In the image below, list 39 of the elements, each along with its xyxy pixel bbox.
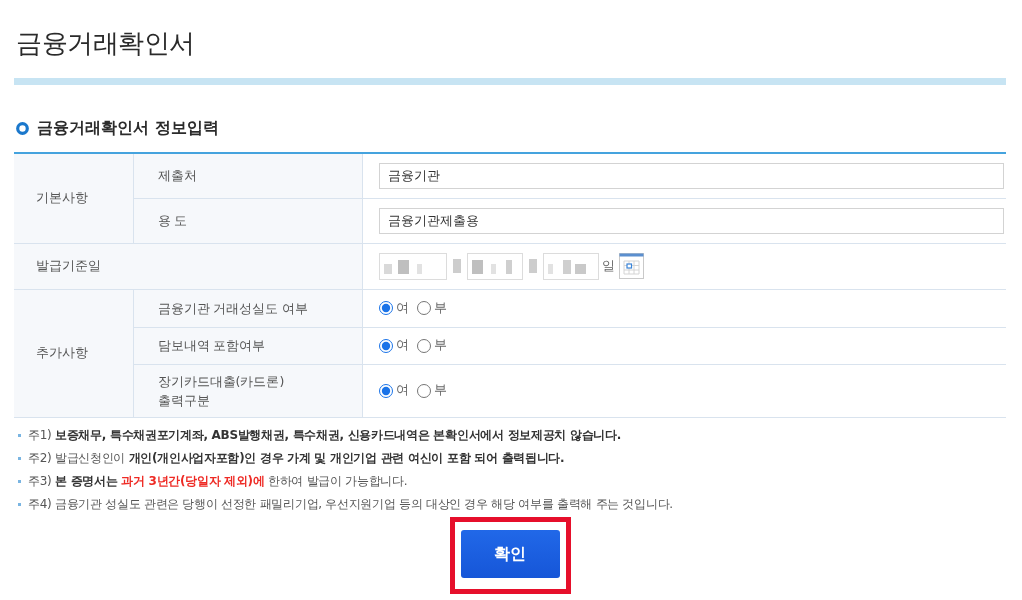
ring-bullet-icon [16,121,29,135]
note-text: 주4) 금융기관 성실도 관련은 당행이 선정한 패밀리기업, 우선지원기업 등의 대상인 경우 해당 여부를 출력해 주는 것입니다. [28,496,673,512]
date-input[interactable] [466,252,523,280]
text-input[interactable]: 금융기관제출용 [378,207,1004,234]
date-unit-label: 일 [601,257,615,276]
bullet-icon [18,502,21,506]
field-label: 장기카드대출(카드론) 출력구분 [133,364,362,417]
date-input[interactable] [378,252,447,280]
radio-button[interactable] [378,338,393,353]
bullet-icon [18,479,21,483]
bullet-icon [18,456,21,460]
radio-button[interactable] [378,301,393,315]
calendar-icon[interactable] [618,253,644,279]
group-label: 추가사항 [14,289,133,417]
radio-button[interactable] [378,383,393,398]
note-text: 주1) 보증채무, 특수채권포기계좌, ABS발행채권, 특수채권, 신용카드내역은 본확인서에서 정보제공치 않습니다. [28,427,621,443]
group-label: 기본사항 [14,153,133,243]
note-text: 주2) 발급신청인이 개인(개인사업자포함)인 경우 가계 및 개인기업 관련 여신이 포함 되어 출력됩니다. [28,450,565,466]
field-label: 제출처 [133,153,362,198]
radio-button[interactable] [416,383,431,398]
radio-button[interactable] [416,338,431,353]
radio-option-label[interactable]: 부 [433,381,447,400]
bullet-icon [18,433,21,437]
confirm-button[interactable]: 확인 [460,529,560,578]
note-text: 주3) 본 증명서는 과거 3년간(당일자 제외)에 한하여 발급이 가능합니다. [28,473,408,489]
field-label: 금융기관 거래성실도 여부 [133,289,362,327]
section-title: 금융거래확인서 정보입력 [37,117,219,139]
radio-option-label[interactable]: 여 [395,381,409,400]
field-label: 발급기준일 [14,243,362,289]
page-title: 금융거래확인서 [16,27,196,59]
radio-option-label[interactable]: 여 [395,336,409,355]
radio-option-label[interactable]: 여 [395,298,409,318]
field-label: 용 도 [133,198,362,243]
field-label: 담보내역 포함여부 [133,327,362,364]
radio-button[interactable] [416,301,431,315]
radio-option-label[interactable]: 부 [433,298,447,318]
text-input[interactable]: 금융기관 [378,162,1004,189]
radio-option-label[interactable]: 부 [433,336,447,355]
date-input[interactable] [542,252,599,280]
